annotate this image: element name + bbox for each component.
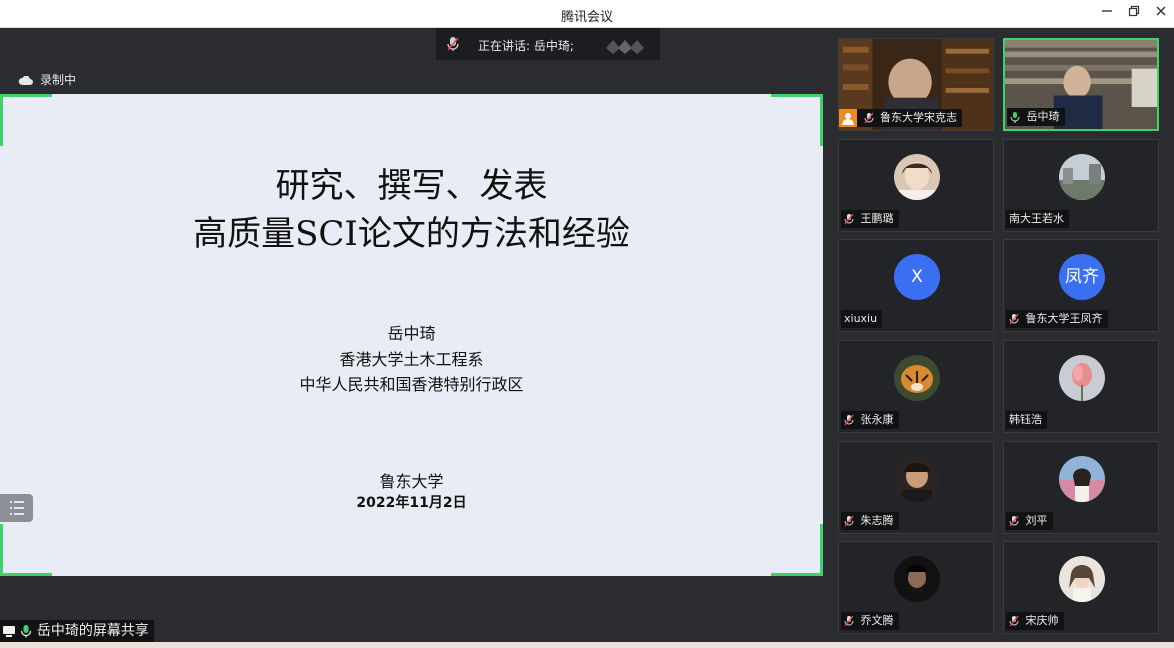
participant-tile[interactable]: 刘平 <box>1003 441 1159 534</box>
slide-title-line1: 研究、撰写、发表 <box>275 166 548 206</box>
screen-share-label: 岳中琦的屏幕共享 <box>0 620 154 642</box>
participant-name-tag: xiuxiu <box>841 310 883 328</box>
participant-tile[interactable]: 南大王若水 <box>1003 139 1159 232</box>
bottom-edge <box>0 642 1174 648</box>
participant-tile-active-speaker[interactable]: 岳中琦 <box>1003 38 1159 131</box>
close-button[interactable] <box>1150 4 1172 24</box>
participant-avatar <box>894 355 940 401</box>
restore-button[interactable] <box>1123 4 1145 24</box>
mic-on-icon <box>1010 112 1020 123</box>
participant-tile[interactable]: 凤齐 鲁东大学王凤齐 <box>1003 239 1159 332</box>
participant-gallery: 鲁东大学宋克志 岳中琦 王鹏璐 南大王若水 X xiuxiu 凤齐 鲁东大学王凤… <box>824 28 1174 642</box>
mic-muted-icon <box>1009 313 1019 325</box>
mic-muted-icon <box>844 414 854 426</box>
mic-muted-icon <box>863 112 874 124</box>
participant-avatar <box>1059 456 1105 502</box>
mic-muted-icon <box>1009 515 1019 527</box>
frame-corner <box>771 524 823 576</box>
participant-name-tag: 鲁东大学王凤齐 <box>1006 310 1108 328</box>
participant-name-tag: 宋庆帅 <box>1006 612 1064 630</box>
participant-name-tag: 岳中琦 <box>1007 108 1065 126</box>
participant-tile[interactable]: 王鹏璐 <box>838 139 994 232</box>
window-title: 腾讯会议 <box>560 10 613 25</box>
participant-tile[interactable]: X xiuxiu <box>838 239 994 332</box>
frame-corner <box>0 94 52 146</box>
participant-tile[interactable]: 韩钰浩 <box>1003 340 1159 433</box>
participant-avatar <box>1059 556 1105 602</box>
frame-corner <box>771 94 823 146</box>
mic-muted-icon <box>844 515 854 527</box>
screen-share-text: 岳中琦的屏幕共享 <box>36 623 149 639</box>
mic-muted-icon <box>447 37 459 51</box>
restore-icon <box>1128 5 1140 17</box>
screen-share-icon <box>3 626 15 637</box>
mic-muted-icon <box>1009 615 1019 627</box>
participant-name-tag: 刘平 <box>1006 512 1053 530</box>
frame-corner <box>0 524 52 576</box>
title-bar: 腾讯会议 <box>0 0 1174 28</box>
participant-tile[interactable]: 鲁东大学宋克志 <box>838 38 994 131</box>
participant-tile[interactable]: 乔文腾 <box>838 541 994 634</box>
shared-screen-area: 正在讲话: 岳中琦; 录制中 研究、撰写、发表 高质量SCI论文的方法和经验 岳… <box>0 28 824 642</box>
participant-tile[interactable]: 宋庆帅 <box>1003 541 1159 634</box>
minimize-icon <box>1102 10 1112 12</box>
participant-tile[interactable]: 张永康 <box>838 340 994 433</box>
slide-region: 中华人民共和国香港特别行政区 <box>299 375 524 394</box>
participant-name-tag: 张永康 <box>841 411 899 429</box>
participant-name-tag: 南大王若水 <box>1006 210 1069 228</box>
host-badge-icon <box>839 109 857 127</box>
slide-affiliation: 香港大学土木工程系 <box>339 350 484 369</box>
speaking-text: 正在讲话: 岳中琦; <box>478 39 574 53</box>
slide-venue: 鲁东大学 <box>379 472 444 491</box>
slide-date: 2022年11月2日 <box>356 495 467 511</box>
participant-name-tag: 王鹏璐 <box>841 210 899 228</box>
participant-avatar <box>894 456 940 502</box>
mic-muted-icon <box>844 615 854 627</box>
participant-avatar <box>1059 154 1105 200</box>
cloud-icon <box>18 75 33 85</box>
speaking-indicator: 正在讲话: 岳中琦; <box>436 28 660 60</box>
close-icon <box>1156 6 1166 16</box>
participant-name-tag: 乔文腾 <box>841 612 899 630</box>
participant-name-tag: 鲁东大学宋克志 <box>839 109 962 127</box>
participant-name-tag: 韩钰浩 <box>1006 411 1047 429</box>
presentation-slide: 研究、撰写、发表 高质量SCI论文的方法和经验 岳中琦 香港大学土木工程系 中华… <box>0 94 823 576</box>
slide-title-line2: 高质量SCI论文的方法和经验 <box>193 214 630 254</box>
participant-avatar <box>1059 355 1105 401</box>
mic-on-icon <box>21 625 32 638</box>
member-list-toggle-button[interactable] <box>0 494 33 522</box>
recording-indicator: 录制中 <box>18 71 76 88</box>
participant-avatar <box>894 556 940 602</box>
network-signal-icon <box>606 40 644 54</box>
participant-letter-avatar: X <box>894 254 940 300</box>
participant-letter-avatar: 凤齐 <box>1059 254 1105 300</box>
participant-avatar <box>894 154 940 200</box>
slide-author: 岳中琦 <box>387 324 436 343</box>
list-icon <box>10 501 24 515</box>
mic-muted-icon <box>844 213 854 225</box>
recording-label: 录制中 <box>40 73 77 87</box>
participant-name-tag: 朱志腾 <box>841 512 899 530</box>
minimize-button[interactable] <box>1096 4 1118 24</box>
participant-tile[interactable]: 朱志腾 <box>838 441 994 534</box>
